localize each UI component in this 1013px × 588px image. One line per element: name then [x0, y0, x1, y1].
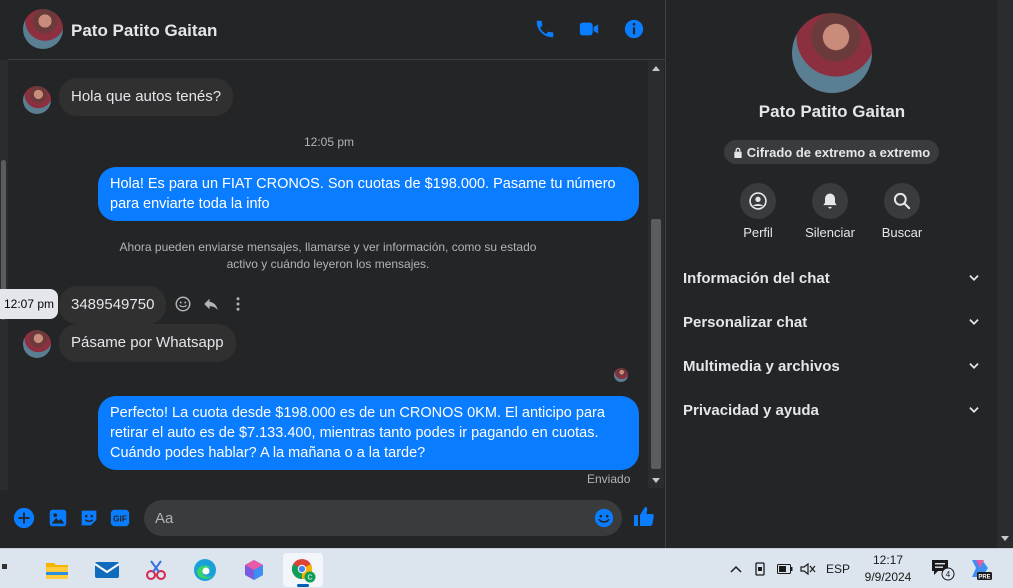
- emoji-icon[interactable]: [593, 507, 615, 529]
- show-hidden-icons-icon[interactable]: [728, 559, 744, 579]
- chat-panel: Pato Patito Gaitan Hola que autos tenés?…: [0, 0, 666, 548]
- like-thumb-icon[interactable]: [632, 505, 658, 531]
- contact-name[interactable]: Pato Patito Gaitan: [71, 21, 217, 41]
- chevron-down-icon: [969, 275, 979, 281]
- chrome-browser-icon[interactable]: C: [283, 553, 323, 587]
- scroll-thumb[interactable]: [651, 219, 661, 469]
- input-language-indicator[interactable]: ESP: [825, 559, 851, 579]
- video-call-icon[interactable]: [576, 16, 602, 42]
- message-status: Enviado: [587, 472, 631, 486]
- scroll-down-icon[interactable]: [652, 478, 660, 483]
- section-privacy-help[interactable]: Privacidad y ayuda: [667, 390, 997, 430]
- clock-time: 12:17: [872, 553, 904, 567]
- chat-header: Pato Patito Gaitan: [8, 0, 666, 60]
- section-label: Privacidad y ayuda: [683, 401, 819, 419]
- more-options-icon[interactable]: [227, 293, 249, 315]
- profile-name: Pato Patito Gaitan: [758, 102, 906, 121]
- message-composer: GIF: [8, 492, 666, 548]
- search-icon: [893, 192, 911, 210]
- bell-icon: [823, 193, 837, 209]
- edge-browser-icon[interactable]: [185, 553, 225, 587]
- volume-muted-icon[interactable]: [799, 559, 817, 579]
- file-explorer-icon[interactable]: [37, 553, 77, 587]
- device-icon[interactable]: [752, 559, 768, 579]
- read-receipt-avatar: [614, 368, 628, 382]
- mute-button[interactable]: Silenciar: [790, 183, 870, 240]
- details-scrollbar[interactable]: [997, 0, 1013, 548]
- incoming-message[interactable]: 3489549750: [59, 286, 167, 324]
- task-view-icon[interactable]: [0, 553, 16, 587]
- clock-date: 9/9/2024: [864, 570, 912, 584]
- svg-text:GIF: GIF: [113, 515, 127, 524]
- section-label: Personalizar chat: [683, 313, 808, 331]
- mail-icon[interactable]: [87, 553, 127, 587]
- react-icon[interactable]: [172, 293, 194, 315]
- scroll-down-icon[interactable]: [1001, 536, 1009, 541]
- reply-icon[interactable]: [200, 293, 222, 315]
- profile-icon: [749, 192, 767, 210]
- incoming-message[interactable]: Hola que autos tenés?: [59, 78, 234, 116]
- encryption-label: Cifrado de extremo a extremo: [746, 144, 931, 160]
- search-label: Buscar: [881, 225, 923, 240]
- gallery-icon[interactable]: [47, 507, 69, 529]
- lock-icon: [734, 147, 742, 158]
- scroll-up-icon[interactable]: [652, 66, 660, 71]
- info-icon[interactable]: [621, 16, 647, 42]
- profile-label: Perfil: [743, 225, 773, 240]
- section-label: Información del chat: [683, 269, 830, 287]
- chevron-down-icon: [969, 363, 979, 369]
- message-time-tooltip: 12:07 pm: [0, 289, 58, 319]
- sender-avatar[interactable]: [23, 330, 51, 358]
- notification-center-icon[interactable]: 4: [929, 556, 957, 582]
- battery-icon[interactable]: [776, 559, 794, 579]
- section-media-files[interactable]: Multimedia y archivos: [667, 346, 997, 386]
- encryption-badge[interactable]: Cifrado de extremo a extremo: [724, 140, 939, 164]
- outgoing-message[interactable]: Hola! Es para un FIAT CRONOS. Son cuotas…: [98, 167, 639, 221]
- chevron-down-icon: [969, 319, 979, 325]
- left-panel-scrollbar[interactable]: [0, 60, 8, 490]
- profile-avatar[interactable]: [792, 13, 872, 93]
- gif-icon[interactable]: GIF: [109, 507, 131, 529]
- chat-details-panel: Pato Patito Gaitan Cifrado de extremo a …: [667, 0, 997, 548]
- phone-call-icon[interactable]: [532, 16, 558, 42]
- message-scrollbar[interactable]: [648, 61, 664, 488]
- system-notice: Ahora pueden enviarse mensajes, llamarse…: [119, 240, 537, 271]
- section-chat-info[interactable]: Información del chat: [667, 258, 997, 298]
- mute-label: Silenciar: [805, 225, 855, 240]
- chevron-down-icon: [969, 407, 979, 413]
- sender-avatar[interactable]: [23, 86, 51, 114]
- notification-count: 4: [946, 570, 951, 579]
- taskbar-clock[interactable]: 12:17 9/9/2024: [858, 552, 918, 586]
- contact-avatar[interactable]: [23, 9, 63, 49]
- message-list: Hola que autos tenés? 12:05 pm Hola! Es …: [8, 61, 648, 491]
- message-timestamp: 12:05 pm: [304, 135, 355, 149]
- incoming-message[interactable]: Pásame por Whatsapp: [59, 324, 236, 362]
- copilot-preview-icon[interactable]: PRE: [966, 556, 994, 582]
- outgoing-message[interactable]: Perfecto! La cuota desde $198.000 es de …: [98, 396, 639, 470]
- plus-icon[interactable]: [13, 507, 35, 529]
- chrome-profile-letter: C: [307, 575, 312, 582]
- profile-button[interactable]: Perfil: [718, 183, 798, 240]
- search-button[interactable]: Buscar: [862, 183, 942, 240]
- messenger-window: Pato Patito Gaitan Hola que autos tenés?…: [0, 0, 1013, 548]
- snipping-tool-icon[interactable]: [136, 553, 176, 587]
- section-customize-chat[interactable]: Personalizar chat: [667, 302, 997, 342]
- sticker-icon[interactable]: [78, 507, 100, 529]
- windows-taskbar: C ESP 12:17 9/9/2024 4 PRE: [0, 548, 1013, 588]
- message-input[interactable]: [144, 500, 622, 536]
- copilot-app-icon[interactable]: [234, 553, 274, 587]
- copilot-badge: PRE: [978, 574, 990, 580]
- section-label: Multimedia y archivos: [683, 357, 840, 375]
